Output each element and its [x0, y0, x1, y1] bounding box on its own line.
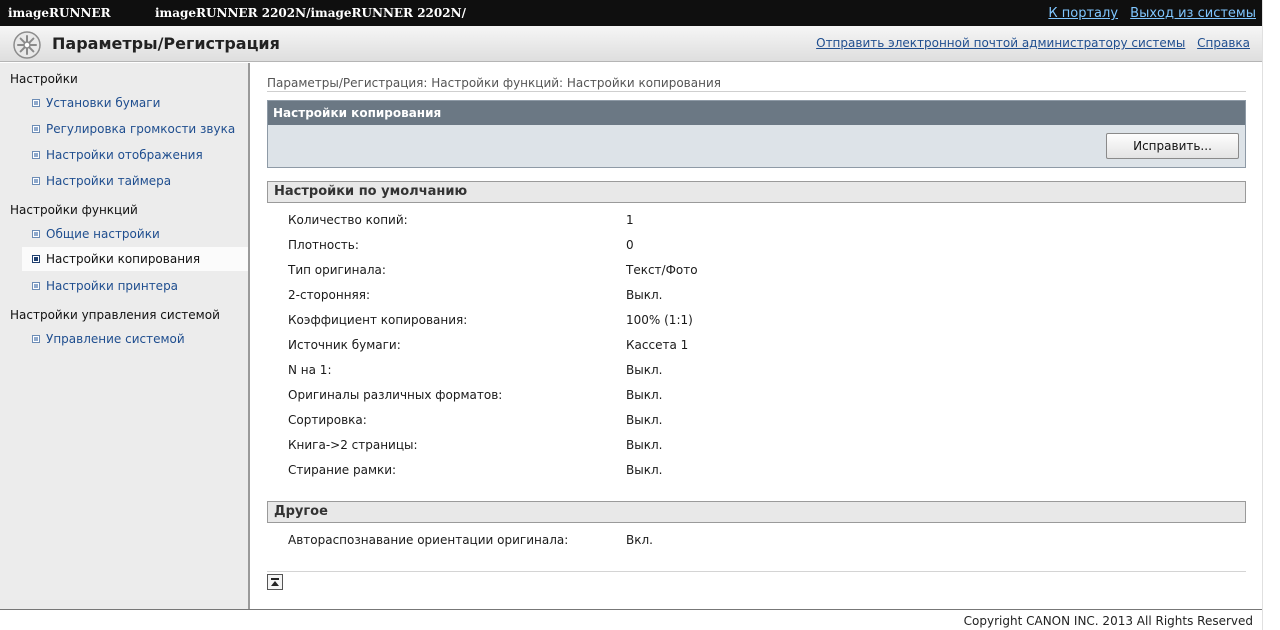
- top-bar: imageRUNNER imageRUNNER 2202N/imageRUNNE…: [0, 0, 1262, 26]
- setting-row: Автораспознавание ориентации оригинала: …: [288, 533, 1188, 551]
- portal-link[interactable]: К порталу: [1048, 6, 1118, 21]
- sidebar-item-copy-settings[interactable]: Настройки копирования: [22, 247, 248, 271]
- setting-row: Коэффициент копирования: 100% (1:1): [288, 313, 1188, 331]
- setting-row: Сортировка: Выкл.: [288, 413, 1188, 431]
- setting-label: Автораспознавание ориентации оригинала:: [288, 533, 569, 547]
- bullet-icon: [32, 255, 40, 263]
- sidebar-section-settings: Настройки: [10, 72, 78, 86]
- bullet-icon: [32, 230, 40, 238]
- setting-row: Книга->2 страницы: Выкл.: [288, 438, 1188, 456]
- sidebar-item-label: Управление системой: [46, 332, 185, 346]
- sidebar-section-function-settings: Настройки функций: [10, 203, 138, 217]
- sidebar-item-system-management[interactable]: Управление системой: [22, 327, 248, 351]
- sidebar-item-printer-settings[interactable]: Настройки принтера: [22, 274, 248, 298]
- setting-label: Стирание рамки:: [288, 463, 397, 477]
- bullet-icon: [32, 177, 40, 185]
- sidebar-item-label: Настройки отображения: [46, 148, 203, 162]
- setting-label: Тип оригинала:: [288, 263, 386, 277]
- setting-value: Выкл.: [626, 388, 663, 402]
- header-links: Отправить электронной почтой администрат…: [808, 36, 1250, 50]
- setting-row: Стирание рамки: Выкл.: [288, 463, 1188, 481]
- setting-value: Кассета 1: [626, 338, 689, 352]
- copy-settings-panel: Настройки копирования Исправить...: [267, 100, 1246, 168]
- setting-label: Количество копий:: [288, 213, 408, 227]
- sidebar: Настройки Установки бумаги Регулировка г…: [0, 63, 250, 609]
- setting-value: Текст/Фото: [626, 263, 698, 277]
- bullet-icon: [32, 282, 40, 290]
- sidebar-item-paper-settings[interactable]: Установки бумаги: [22, 91, 248, 115]
- vertical-scrollbar[interactable]: [1262, 0, 1280, 630]
- help-link[interactable]: Справка: [1197, 36, 1250, 50]
- setting-value: Выкл.: [626, 363, 663, 377]
- setting-value: 100% (1:1): [626, 313, 693, 327]
- sidebar-item-label: Настройки таймера: [46, 174, 172, 188]
- bullet-icon: [32, 99, 40, 107]
- settings-gear-icon: [13, 31, 41, 59]
- setting-label: Коэффициент копирования:: [288, 313, 468, 327]
- sidebar-item-label: Общие настройки: [46, 227, 160, 241]
- panel-title: Настройки копирования: [268, 101, 1245, 125]
- setting-row: Оригиналы различных форматов: Выкл.: [288, 388, 1188, 406]
- back-to-top-icon[interactable]: [267, 574, 283, 590]
- setting-value: 1: [626, 213, 634, 227]
- bullet-icon: [32, 151, 40, 159]
- setting-value: Выкл.: [626, 288, 663, 302]
- sidebar-item-label: Настройки копирования: [46, 252, 201, 266]
- setting-value: 0: [626, 238, 634, 252]
- copyright: Copyright CANON INC. 2013 All Rights Res…: [963, 614, 1253, 628]
- setting-value: Выкл.: [626, 413, 663, 427]
- setting-label: Книга->2 страницы:: [288, 438, 418, 452]
- device-model: imageRUNNER 2202N/imageRUNNER 2202N/: [155, 6, 466, 20]
- setting-row: 2-сторонняя: Выкл.: [288, 288, 1188, 306]
- sidebar-item-label: Установки бумаги: [46, 96, 161, 110]
- top-links: К порталу Выход из системы: [1040, 6, 1256, 21]
- setting-row: Источник бумаги: Кассета 1: [288, 338, 1188, 356]
- setting-label: Плотность:: [288, 238, 359, 252]
- sidebar-item-common-settings[interactable]: Общие настройки: [22, 222, 248, 246]
- divider: [267, 571, 1246, 572]
- setting-value: Выкл.: [626, 463, 663, 477]
- sidebar-item-timer[interactable]: Настройки таймера: [22, 169, 248, 193]
- breadcrumb: Параметры/Регистрация: Настройки функций…: [267, 76, 1246, 92]
- other-section-header: Другое: [267, 501, 1246, 523]
- sidebar-section-system-management: Настройки управления системой: [10, 308, 220, 322]
- edit-button[interactable]: Исправить...: [1106, 133, 1239, 159]
- logout-link[interactable]: Выход из системы: [1130, 6, 1256, 21]
- bullet-icon: [32, 335, 40, 343]
- setting-row: N на 1: Выкл.: [288, 363, 1188, 381]
- email-admin-link[interactable]: Отправить электронной почтой администрат…: [816, 36, 1185, 50]
- sidebar-item-label: Настройки принтера: [46, 279, 179, 293]
- bullet-icon: [32, 125, 40, 133]
- setting-label: N на 1:: [288, 363, 332, 377]
- sidebar-item-volume[interactable]: Регулировка громкости звука: [22, 117, 248, 141]
- page-header: Параметры/Регистрация Отправить электрон…: [0, 26, 1262, 62]
- defaults-section-header: Настройки по умолчанию: [267, 181, 1246, 203]
- setting-label: Сортировка:: [288, 413, 367, 427]
- setting-label: Источник бумаги:: [288, 338, 401, 352]
- setting-row: Тип оригинала: Текст/Фото: [288, 263, 1188, 281]
- setting-label: 2-сторонняя:: [288, 288, 371, 302]
- brand-label: imageRUNNER: [8, 6, 111, 20]
- setting-label: Оригиналы различных форматов:: [288, 388, 503, 402]
- setting-row: Плотность: 0: [288, 238, 1188, 256]
- footer: Copyright CANON INC. 2013 All Rights Res…: [0, 609, 1262, 630]
- page-title: Параметры/Регистрация: [52, 34, 280, 53]
- setting-value: Выкл.: [626, 438, 663, 452]
- setting-value: Вкл.: [626, 533, 653, 547]
- setting-row: Количество копий: 1: [288, 213, 1188, 231]
- sidebar-item-label: Регулировка громкости звука: [46, 122, 236, 136]
- sidebar-item-display[interactable]: Настройки отображения: [22, 143, 248, 167]
